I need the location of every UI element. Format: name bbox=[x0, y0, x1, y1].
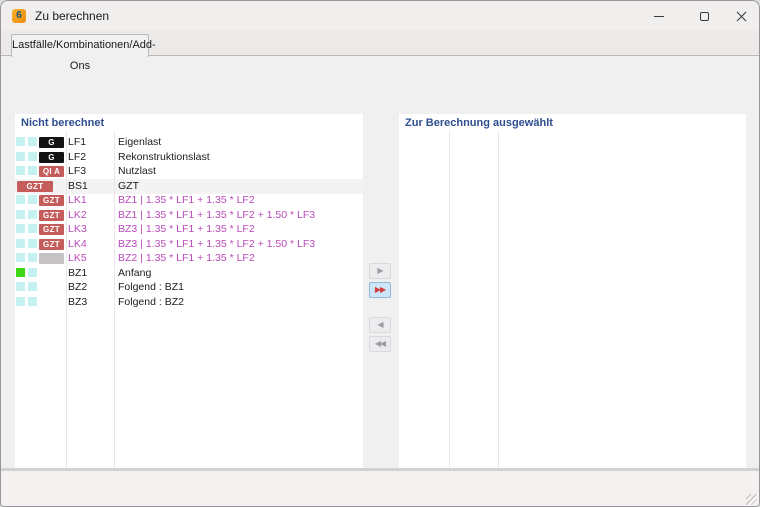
case-name: LK3 bbox=[68, 223, 87, 235]
not-calculated-header: Nicht berechnet bbox=[21, 117, 104, 129]
case-description: BZ1 | 1.35 * LF1 + 1.35 * LF2 bbox=[118, 194, 255, 206]
case-description: Anfang bbox=[118, 267, 151, 279]
close-icon bbox=[736, 11, 747, 22]
case-name: BS1 bbox=[68, 180, 88, 192]
checkbox-cyan[interactable] bbox=[28, 239, 37, 248]
checkbox-cyan[interactable] bbox=[28, 137, 37, 146]
minimize-button[interactable] bbox=[638, 1, 680, 31]
checkbox-cyan[interactable] bbox=[28, 282, 37, 291]
checkbox-cyan[interactable] bbox=[16, 152, 25, 161]
type-badge: GZT bbox=[39, 210, 64, 221]
type-badge: GZT bbox=[39, 239, 64, 250]
case-description: GZT bbox=[118, 180, 139, 192]
case-description: BZ3 | 1.35 * LF1 + 1.35 * LF2 bbox=[118, 223, 255, 235]
checkbox-cyan[interactable] bbox=[16, 253, 25, 262]
checkbox-cyan[interactable] bbox=[28, 297, 37, 306]
row-BZ2[interactable]: BZ2 Folgend : BZ1 bbox=[15, 280, 363, 295]
type-badge: GZT bbox=[39, 195, 64, 206]
checkbox-cyan[interactable] bbox=[28, 268, 37, 277]
row-LK2[interactable]: GZT LK2 BZ1 | 1.35 * LF1 + 1.35 * LF2 + 1.… bbox=[15, 208, 363, 223]
footer-bar: ? → OK Abbrechen bbox=[1, 471, 759, 507]
content-pane: Nicht berechnet G LF1 Eigenlast G LF2 Rekonst… bbox=[1, 56, 759, 468]
row-LF2[interactable]: G LF2 Rekonstruktionslast bbox=[15, 150, 363, 165]
checkbox-cyan[interactable] bbox=[28, 224, 37, 233]
checkbox-green[interactable] bbox=[16, 268, 25, 277]
row-LK5[interactable]: LK5 BZ2 | 1.35 * LF1 + 1.35 * LF2 bbox=[15, 251, 363, 266]
row-BZ3[interactable]: BZ3 Folgend : BZ2 bbox=[15, 295, 363, 310]
checkbox-cyan[interactable] bbox=[28, 210, 37, 219]
type-badge bbox=[39, 253, 64, 264]
selected-for-calculation-list: Zur Berechnung ausgewählt bbox=[399, 114, 746, 507]
case-name: BZ3 bbox=[68, 296, 87, 308]
checkbox-cyan[interactable] bbox=[28, 195, 37, 204]
case-name: LK1 bbox=[68, 194, 87, 206]
case-description: Rekonstruktionslast bbox=[118, 151, 210, 163]
remove-selected-button[interactable]: ◀ bbox=[369, 317, 391, 333]
checkbox-cyan[interactable] bbox=[16, 137, 25, 146]
case-description: BZ3 | 1.35 * LF1 + 1.35 * LF2 + 1.50 * L… bbox=[118, 238, 315, 250]
case-name: LK5 bbox=[68, 252, 87, 264]
row-LK3[interactable]: GZT LK3 BZ3 | 1.35 * LF1 + 1.35 * LF2 bbox=[15, 222, 363, 237]
category-badge: GZT bbox=[17, 181, 53, 192]
title-bar: 6 Zu berechnen bbox=[1, 1, 759, 31]
case-name: LF3 bbox=[68, 165, 86, 177]
case-name: LK4 bbox=[68, 238, 87, 250]
case-description: Folgend : BZ1 bbox=[118, 281, 184, 293]
case-description: BZ1 | 1.35 * LF1 + 1.35 * LF2 + 1.50 * L… bbox=[118, 209, 315, 221]
row-LF1[interactable]: G LF1 Eigenlast bbox=[15, 135, 363, 150]
add-all-button[interactable]: ▶▶ bbox=[369, 282, 391, 298]
tab-lastfaelle-kombinationen-addons[interactable]: Lastfälle/Kombinationen/Add-Ons bbox=[11, 34, 149, 57]
app-icon: 6 bbox=[12, 9, 26, 23]
type-badge: GZT bbox=[39, 224, 64, 235]
column-divider bbox=[449, 131, 450, 507]
type-badge: G bbox=[39, 137, 64, 148]
dialog-zu-berechnen: 6 Zu berechnen Lastfälle/Kombinationen/A… bbox=[0, 0, 760, 507]
column-divider bbox=[498, 131, 499, 507]
case-name: BZ2 bbox=[68, 281, 87, 293]
checkbox-cyan[interactable] bbox=[16, 239, 25, 248]
row-LF3[interactable]: QI A LF3 Nutzlast bbox=[15, 164, 363, 179]
checkbox-cyan[interactable] bbox=[16, 297, 25, 306]
row-LK4[interactable]: GZT LK4 BZ3 | 1.35 * LF1 + 1.35 * LF2 + 1.… bbox=[15, 237, 363, 252]
row-LK1[interactable]: GZT LK1 BZ1 | 1.35 * LF1 + 1.35 * LF2 bbox=[15, 193, 363, 208]
maximize-button[interactable] bbox=[683, 1, 725, 31]
case-name: LF2 bbox=[68, 151, 86, 163]
case-description: BZ2 | 1.35 * LF1 + 1.35 * LF2 bbox=[118, 252, 255, 264]
checkbox-cyan[interactable] bbox=[28, 152, 37, 161]
checkbox-cyan[interactable] bbox=[28, 166, 37, 175]
checkbox-cyan[interactable] bbox=[16, 166, 25, 175]
checkbox-cyan[interactable] bbox=[16, 195, 25, 204]
row-BZ1[interactable]: BZ1 Anfang bbox=[15, 266, 363, 281]
maximize-icon bbox=[700, 12, 709, 21]
column-divider bbox=[114, 131, 115, 494]
checkbox-cyan[interactable] bbox=[16, 210, 25, 219]
window-title: Zu berechnen bbox=[35, 9, 109, 23]
case-name: BZ1 bbox=[68, 267, 87, 279]
case-name: LK2 bbox=[68, 209, 87, 221]
not-calculated-list: Nicht berechnet G LF1 Eigenlast G LF2 Rekonst… bbox=[15, 114, 363, 494]
case-description: Folgend : BZ2 bbox=[118, 296, 184, 308]
checkbox-cyan[interactable] bbox=[16, 282, 25, 291]
resize-grip[interactable] bbox=[746, 494, 757, 505]
case-description: Eigenlast bbox=[118, 136, 161, 148]
checkbox-cyan[interactable] bbox=[16, 224, 25, 233]
type-badge: G bbox=[39, 152, 64, 163]
column-divider bbox=[66, 131, 67, 494]
selected-for-calculation-header: Zur Berechnung ausgewählt bbox=[405, 117, 553, 129]
case-description: Nutzlast bbox=[118, 165, 156, 177]
checkbox-cyan[interactable] bbox=[28, 253, 37, 262]
case-name: LF1 bbox=[68, 136, 86, 148]
minimize-icon bbox=[654, 16, 664, 17]
add-selected-button[interactable]: ▶ bbox=[369, 263, 391, 279]
row-BS1[interactable]: GZT BS1 GZT bbox=[15, 179, 363, 194]
type-badge: QI A bbox=[39, 166, 64, 177]
close-button[interactable] bbox=[723, 1, 760, 31]
remove-all-button[interactable]: ◀◀ bbox=[369, 336, 391, 352]
